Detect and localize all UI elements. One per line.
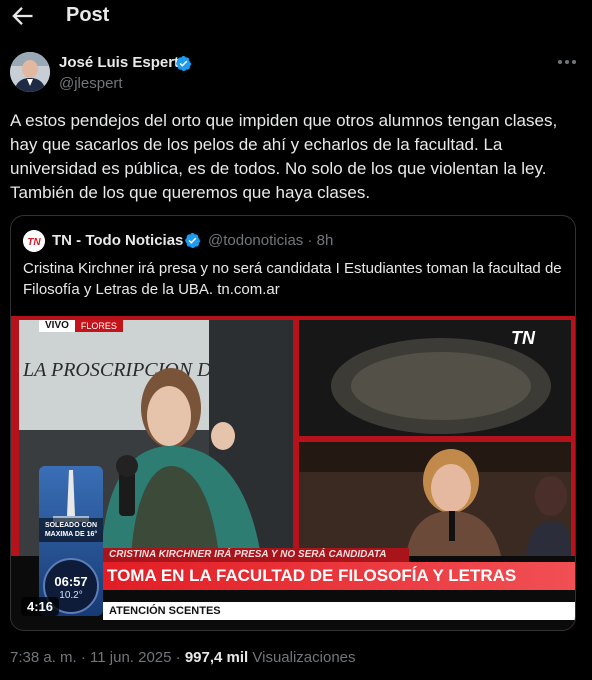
top-bar: Post xyxy=(0,0,592,32)
arrow-left-icon[interactable] xyxy=(8,2,36,30)
news-ticker: ATENCIÓN SCENTES xyxy=(103,602,575,620)
weather-widget: SOLEADO CON MAXIMA DE 16° 06:57 10.2° xyxy=(39,466,103,616)
author-avatar[interactable] xyxy=(10,52,50,92)
verified-badge-icon xyxy=(176,55,192,72)
author-name[interactable]: José Luis Espert xyxy=(59,54,179,71)
views-label: Visualizaciones xyxy=(248,649,356,666)
live-tag: VIVO xyxy=(39,320,75,332)
quoted-tweet[interactable]: TN TN - Todo Noticias @todonoticias · 8h… xyxy=(10,215,576,631)
channel-logo: TN xyxy=(511,328,535,348)
quote-handle[interactable]: @todonoticias · 8h xyxy=(208,232,333,249)
verified-badge-icon xyxy=(185,232,201,249)
video-player[interactable]: LA PROSCRIPCION DE CRIST VIVO FLORES TN … xyxy=(11,316,575,630)
more-options-icon[interactable] xyxy=(556,54,578,70)
page-title: Post xyxy=(66,4,110,26)
video-duration: 4:16 xyxy=(21,597,60,616)
news-banner-headline: TOMA EN LA FACULTAD DE FILOSOFÍA Y LETRA… xyxy=(103,562,575,590)
live-place: FLORES xyxy=(74,320,123,332)
post-timestamp[interactable]: 7:38 a. m. · 11 jun. 2025 · xyxy=(10,649,185,666)
views-count: 997,4 mil xyxy=(184,649,249,666)
clock-time: 06:57 xyxy=(54,574,88,589)
obelisk-icon xyxy=(53,470,89,522)
quote-text: Cristina Kirchner irá presa y no será ca… xyxy=(23,260,562,298)
quote-avatar-text: TN xyxy=(27,237,41,248)
quote-avatar[interactable]: TN xyxy=(23,230,45,252)
news-banner-secondary: CRISTINA KIRCHNER IRÁ PRESA Y NO SERÁ CA… xyxy=(103,548,409,562)
quote-author-name[interactable]: TN - Todo Noticias xyxy=(52,232,183,249)
weather-label: SOLEADO CON MAXIMA DE 16° xyxy=(39,518,103,542)
post-meta: 7:38 a. m. · 11 jun. 2025 · 997,4 mil Vi… xyxy=(10,649,356,666)
live-indicator: VIVO FLORES xyxy=(39,320,123,332)
author-handle[interactable]: @jlespert xyxy=(59,75,123,92)
tweet-text: A estos pendejos del orto que impiden qu… xyxy=(10,111,558,202)
